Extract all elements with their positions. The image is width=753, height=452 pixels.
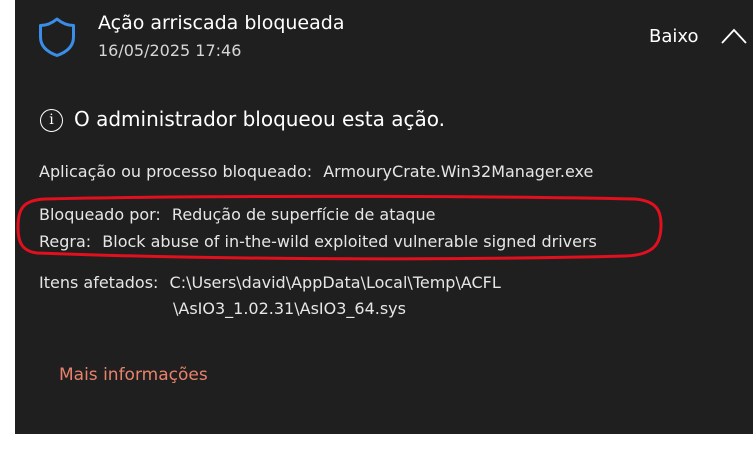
affected-items-row: Itens afetados: C:\Users\david\AppData\L… bbox=[39, 272, 501, 294]
affected-items-value-line2: \AsIO3_1.02.31\AsIO3_64.sys bbox=[173, 299, 406, 318]
shield-icon bbox=[39, 17, 75, 57]
blocked-by-label: Bloqueado por: bbox=[39, 205, 161, 224]
notification-title: Ação arriscada bloqueada bbox=[98, 12, 345, 34]
more-info-link[interactable]: Mais informações bbox=[59, 364, 208, 386]
notification-timestamp: 16/05/2025 17:46 bbox=[98, 41, 242, 60]
affected-items-value-line1: C:\Users\david\AppData\Local\Temp\ACFL bbox=[169, 273, 501, 292]
affected-items-label: Itens afetados: bbox=[39, 273, 159, 292]
rule-row: Regra: Block abuse of in-the-wild exploi… bbox=[39, 231, 597, 253]
block-message: O administrador bloqueou esta ação. bbox=[74, 107, 445, 131]
chevron-up-icon[interactable] bbox=[720, 26, 748, 46]
notification-panel: Ação arriscada bloqueada 16/05/2025 17:4… bbox=[15, 0, 753, 434]
blocked-by-value: Redução de superfície de ataque bbox=[171, 205, 436, 224]
blocked-app-label: Aplicação ou processo bloqueado: bbox=[39, 162, 313, 181]
blocked-app-value: ArmouryCrate.Win32Manager.exe bbox=[323, 162, 594, 181]
severity-label: Baixo bbox=[649, 26, 699, 47]
rule-value: Block abuse of in-the-wild exploited vul… bbox=[102, 232, 597, 251]
rule-label: Regra: bbox=[39, 232, 92, 251]
blocked-by-row: Bloqueado por: Redução de superfície de … bbox=[39, 204, 435, 226]
info-icon: i bbox=[40, 109, 63, 132]
blocked-app-row: Aplicação ou processo bloqueado: Armoury… bbox=[39, 161, 593, 183]
